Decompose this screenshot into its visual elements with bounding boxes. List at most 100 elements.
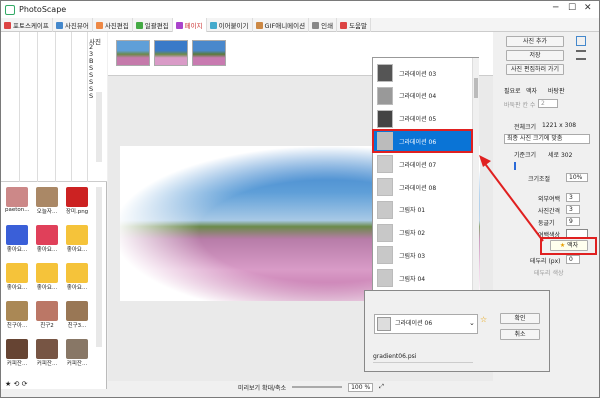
thumbnail-item[interactable]: 커피잔... (65, 339, 89, 371)
tab-6[interactable]: GIF애니메이션 (253, 18, 310, 32)
thumbnail-item[interactable]: 좋아요... (65, 225, 89, 257)
thumbnail-image (36, 225, 58, 245)
main-tabs: 포토스케이프 사진뷰어 사진편집 일괄편집 페이지 이어붙이기 GIF애니메이션 인쇄 도움말 (1, 18, 599, 32)
thumbnail-label: 좋아요... (36, 285, 58, 291)
thumbnail-label: 좋아요... (36, 247, 58, 253)
tree-scrollbar[interactable] (96, 92, 102, 162)
zoom-value[interactable]: 100 % (348, 382, 374, 392)
thumbnail-item[interactable]: 친구3... (65, 301, 89, 333)
thumbnail-image (6, 225, 28, 245)
thumbnail-item[interactable]: 커피잔... (5, 339, 29, 371)
tab-0[interactable]: 포토스케이프 (1, 18, 53, 32)
dropdown-item-label: 그라데이션 08 (399, 184, 437, 192)
film-thumb-2[interactable] (154, 40, 188, 66)
save-button[interactable]: 저장 (506, 50, 564, 61)
dropdown-item[interactable]: 그라데이션 05 (373, 108, 472, 130)
add-photo-button[interactable]: 사진 추가 (506, 36, 564, 47)
tab-7[interactable]: 인쇄 (309, 18, 338, 32)
thumbnail-grid: paeton... 오늘자... 장미.png 좋아요... 좋아요... 좋아요... 좋… (1, 185, 101, 385)
tab-icon (175, 21, 183, 29)
subtab-frame[interactable]: 액자 (526, 86, 537, 95)
title-bar: PhotoScape ─ ☐ ✕ (1, 1, 599, 18)
tab-icon (55, 21, 63, 29)
tree-node[interactable]: S (89, 92, 93, 100)
thumbnail-item[interactable]: 좋아요... (65, 263, 89, 295)
film-thumb-1[interactable] (116, 40, 150, 66)
thumbnail-item[interactable]: 좋아요... (35, 263, 59, 295)
thumbnail-image (6, 301, 28, 321)
total-size-value: 1221 x 308 (542, 122, 577, 129)
thumbnail-label: 커피잔... (36, 361, 58, 367)
dropdown-item[interactable]: 그라데이션 07 (373, 153, 472, 175)
frame-swatch (377, 64, 393, 82)
thumbnail-image (36, 301, 58, 321)
bottom-bar: 미리보기 확대/축소 100 % ⤢ (108, 381, 493, 393)
cancel-button[interactable]: 취소 (500, 329, 540, 340)
thumbnail-item[interactable]: 장미.png (65, 187, 89, 219)
thumbnail-item[interactable]: 오늘자... (35, 187, 59, 219)
frame-filename: gradient06.psi (373, 353, 473, 363)
thumbnail-label: 오늘자... (36, 209, 58, 215)
dropdown-item[interactable]: 그림자 02 (373, 222, 472, 244)
count-label: 바둑판 칸 수 (504, 102, 536, 109)
layout-icon[interactable] (576, 36, 586, 46)
dropdown-item[interactable]: 그라데이션 04 (373, 85, 472, 107)
dropdown-item[interactable]: 그라데이션 03 (373, 62, 472, 84)
tab-icon (4, 21, 11, 29)
close-icon[interactable]: ✕ (584, 3, 592, 13)
thumbnail-item[interactable]: 친구2 (35, 301, 59, 333)
frame-preview-swatch (377, 317, 391, 331)
thumbnail-item[interactable]: 좋아요... (5, 225, 29, 257)
maximize-icon[interactable]: ☐ (568, 3, 576, 13)
minimize-icon[interactable]: ─ (553, 3, 558, 13)
frame-swatch (377, 223, 393, 242)
thumbnail-label: 좋아요... (66, 247, 88, 253)
tab-2[interactable]: 사진편집 (93, 18, 133, 32)
menu-icon[interactable] (576, 50, 586, 60)
tab-icon (255, 21, 263, 29)
frame-dialog: 그라데이션 06 ⌄ ☆ 확인 취소 gradient06.psi (364, 290, 550, 372)
frame-dropdown-list[interactable]: 그라데이션 03 그라데이션 04 그라데이션 05 그라데이션 06 그라데이션 07… (372, 57, 479, 315)
tab-4[interactable]: 페이지 (172, 18, 207, 32)
edit-photo-button[interactable]: 사진 편집하러 가기 (506, 64, 564, 75)
tab-label: GIF애니메이션 (264, 22, 306, 30)
frame-swatch (377, 155, 393, 174)
film-thumb-3[interactable] (192, 40, 226, 66)
thumbnail-image (66, 339, 88, 359)
dropdown-item[interactable]: 그림자 01 (373, 199, 472, 221)
count-select[interactable]: 2 (538, 99, 558, 108)
thumbnail-image (6, 187, 28, 207)
thumbnail-item[interactable]: 친구아... (5, 301, 29, 333)
dropdown-item[interactable]: 그림자 03 (373, 244, 472, 266)
tab-1[interactable]: 사진뷰어 (53, 18, 93, 32)
dropdown-item[interactable]: 그라데이션 08 (373, 176, 472, 198)
tab-icon (209, 21, 217, 29)
subtab-background[interactable]: 바탕판 (548, 86, 565, 95)
tab-label: 페이지 (184, 22, 203, 30)
subtab-need[interactable]: 필요로 (504, 86, 521, 95)
dropdown-item-label: 그림자 02 (399, 230, 426, 238)
ok-button[interactable]: 확인 (500, 313, 540, 324)
thumbnail-label: 친구3... (67, 323, 87, 329)
star-icon[interactable]: ★ ⟲ ⟳ (5, 380, 27, 388)
dropdown-item[interactable]: 그림자 04 (373, 267, 472, 289)
dropdown-item-label: 그라데이션 05 (399, 116, 437, 124)
tab-5[interactable]: 이어붙이기 (207, 18, 253, 32)
favorite-star-icon[interactable]: ☆ (480, 315, 487, 324)
thumbnail-item[interactable]: 좋아요... (5, 263, 29, 295)
zoom-slider[interactable] (292, 386, 343, 388)
frame-swatch (377, 86, 393, 105)
thumbnail-label: 장미.png (65, 209, 89, 215)
chevron-down-icon[interactable]: ⌄ (469, 319, 475, 327)
dropdown-item[interactable]: 그라데이션 06 (372, 129, 473, 154)
thumbnail-scrollbar[interactable] (96, 187, 102, 347)
thumbnail-item[interactable]: paeton... (5, 187, 29, 219)
dropdown-item-label: 그라데이션 06 (399, 138, 437, 146)
tab-8[interactable]: 도움말 (337, 18, 372, 32)
thumbnail-image (66, 187, 88, 207)
thumbnail-item[interactable]: 좋아요... (35, 225, 59, 257)
fit-icon[interactable]: ⤢ (379, 383, 384, 391)
thumbnail-image (36, 263, 58, 283)
tab-3[interactable]: 일괄편집 (133, 18, 173, 32)
thumbnail-item[interactable]: 커피잔... (35, 339, 59, 371)
